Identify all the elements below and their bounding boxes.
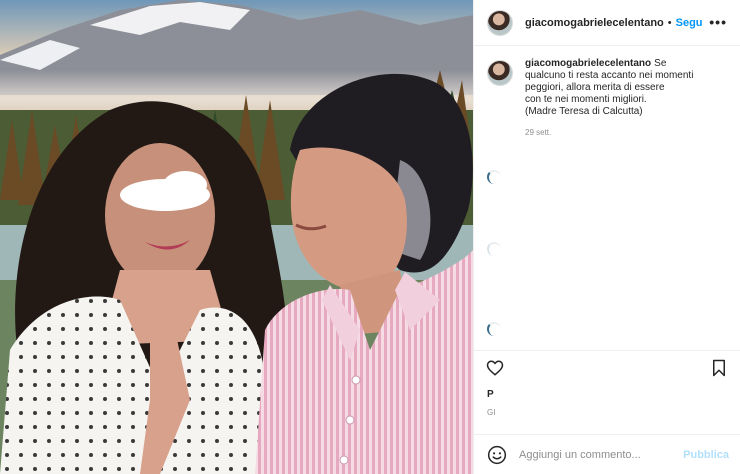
post-sidebar: giacomogabrielecelentano • Segu ••• giac… bbox=[473, 0, 740, 474]
caption-line-3: con te nei momenti migliori. bbox=[525, 94, 647, 105]
caption-line-2: peggiori, allora merita di essere bbox=[525, 82, 665, 93]
post-actions bbox=[474, 350, 740, 380]
header-separator: • bbox=[667, 16, 672, 29]
more-options-icon[interactable]: ••• bbox=[709, 15, 727, 29]
post-caption: giacomogabrielecelentano Se qualcuno ti r… bbox=[487, 58, 727, 139]
comment-avatar-placeholder bbox=[487, 242, 501, 256]
caption-line-4: (Madre Teresa di Calcutta) bbox=[525, 106, 643, 117]
follow-button[interactable]: Segu bbox=[676, 17, 703, 29]
photo-illustration bbox=[0, 0, 473, 474]
comment-avatar-placeholder bbox=[487, 322, 501, 336]
caption-author-avatar[interactable] bbox=[487, 60, 513, 86]
post-header: giacomogabrielecelentano • Segu ••• bbox=[474, 0, 740, 46]
caption-body: giacomogabrielecelentano Se qualcuno ti r… bbox=[525, 58, 693, 139]
comment-input[interactable] bbox=[519, 448, 677, 461]
publish-button[interactable]: Pubblica bbox=[683, 449, 729, 461]
post-photo[interactable] bbox=[0, 0, 473, 474]
comment-avatar-placeholder bbox=[487, 170, 501, 184]
author-username[interactable]: giacomogabrielecelentano bbox=[525, 17, 664, 29]
post-date[interactable]: GI bbox=[487, 408, 496, 417]
author-avatar[interactable] bbox=[487, 9, 513, 36]
caption-timestamp[interactable]: 29 sett. bbox=[525, 127, 693, 139]
caption-line-0: Se bbox=[654, 58, 667, 69]
caption-username[interactable]: giacomogabrielecelentano bbox=[525, 58, 651, 69]
save-bookmark-icon[interactable] bbox=[711, 359, 727, 377]
comment-bar: Pubblica bbox=[474, 434, 740, 474]
caption-line-1: qualcuno ti resta accanto nei momenti bbox=[525, 70, 694, 81]
emoji-smile-icon[interactable] bbox=[487, 445, 507, 465]
likes-count[interactable]: P bbox=[487, 389, 494, 400]
like-heart-icon[interactable] bbox=[486, 359, 504, 377]
